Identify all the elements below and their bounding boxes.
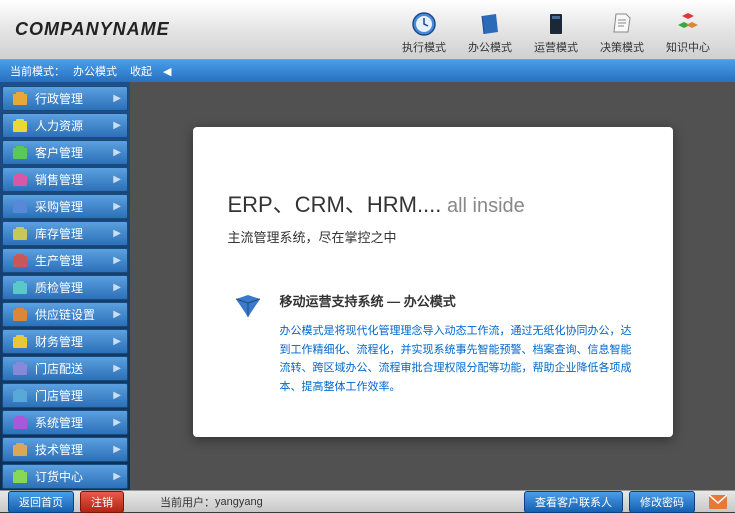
module-icon: [11, 468, 29, 486]
sidebar-item[interactable]: 库存管理 ▶: [2, 221, 128, 246]
chevron-right-icon: ▶: [113, 255, 121, 266]
clock-icon: [410, 10, 438, 38]
module-icon: [11, 360, 29, 378]
module-icon: [11, 279, 29, 297]
chevron-right-icon: ▶: [113, 444, 121, 455]
nav-label: 知识中心: [666, 39, 710, 55]
main-content: ERP、CRM、HRM.... all inside 主流管理系统，尽在掌控之中…: [130, 82, 735, 490]
nav-knowledge[interactable]: 知识中心: [656, 8, 720, 57]
chevron-right-icon: ▶: [113, 390, 121, 401]
sidebar-item-label: 财务管理: [35, 333, 83, 350]
module-icon: [11, 144, 29, 162]
nav-exec-mode[interactable]: 执行模式: [392, 8, 456, 57]
sidebar-item-label: 人力资源: [35, 117, 83, 134]
chevron-right-icon: ▶: [113, 471, 121, 482]
module-icon: [11, 441, 29, 459]
sidebar: 行政管理 ▶ 人力资源 ▶ 客户管理 ▶ 销售管理 ▶ 采购管理 ▶ 库存管理 ▶ 生产管理 ▶ 质检管理 ▶…: [0, 82, 130, 490]
module-icon: [11, 90, 29, 108]
nav-label: 执行模式: [402, 39, 446, 55]
sidebar-item-label: 生产管理: [35, 252, 83, 269]
chevron-right-icon: ▶: [113, 147, 121, 158]
mode-bar: 当前模式： 办公模式 收起 ◀: [0, 60, 735, 82]
sidebar-item[interactable]: 门店管理 ▶: [2, 383, 128, 408]
module-icon: [11, 414, 29, 432]
sidebar-item[interactable]: 行政管理 ▶: [2, 86, 128, 111]
diamond-icon: [228, 291, 268, 321]
module-icon: [11, 252, 29, 270]
nav-label: 运营模式: [534, 39, 578, 55]
chevron-right-icon: ▶: [113, 93, 121, 104]
sidebar-item-label: 门店管理: [35, 387, 83, 404]
paper-icon: [608, 10, 636, 38]
change-password-button[interactable]: 修改密码: [629, 491, 695, 513]
module-icon: [11, 333, 29, 351]
header: COMPANYNAME 执行模式 办公模式 运营模式 决策模式 知识中心: [0, 0, 735, 60]
chevron-right-icon: ▶: [113, 282, 121, 293]
mail-icon[interactable]: [709, 495, 727, 509]
module-icon: [11, 117, 29, 135]
sidebar-item[interactable]: 订货中心 ▶: [2, 464, 128, 489]
top-nav: 执行模式 办公模式 运营模式 决策模式 知识中心: [392, 8, 720, 57]
sidebar-item-label: 技术管理: [35, 441, 83, 458]
sidebar-item[interactable]: 客户管理 ▶: [2, 140, 128, 165]
sidebar-item-label: 采购管理: [35, 198, 83, 215]
nav-label: 决策模式: [600, 39, 644, 55]
sidebar-item-label: 质检管理: [35, 279, 83, 296]
chevron-right-icon: ▶: [113, 120, 121, 131]
cubes-icon: [674, 10, 702, 38]
sidebar-item-label: 销售管理: [35, 171, 83, 188]
contact-button[interactable]: 查看客户联系人: [524, 491, 623, 513]
card-subtitle: 主流管理系统，尽在掌控之中: [228, 227, 638, 246]
sidebar-item[interactable]: 财务管理 ▶: [2, 329, 128, 354]
mode-label: 当前模式：: [10, 63, 65, 79]
footer: 返回首页 注销 当前用户： yangyang 查看客户联系人 修改密码: [0, 490, 735, 512]
chevron-right-icon: ▶: [113, 417, 121, 428]
sidebar-item-label: 供应链设置: [35, 306, 95, 323]
sidebar-item[interactable]: 质检管理 ▶: [2, 275, 128, 300]
sidebar-item-label: 客户管理: [35, 144, 83, 161]
user-label: 当前用户：: [160, 494, 215, 510]
chevron-right-icon: ▶: [113, 228, 121, 239]
book-dark-icon: [542, 10, 570, 38]
sidebar-item[interactable]: 门店配送 ▶: [2, 356, 128, 381]
sidebar-item[interactable]: 采购管理 ▶: [2, 194, 128, 219]
sidebar-item[interactable]: 供应链设置 ▶: [2, 302, 128, 327]
chevron-right-icon: ▶: [113, 201, 121, 212]
card-description: 办公模式是将现代化管理理念导入动态工作流，通过无纸化协同办公，达到工作精细化、流…: [280, 322, 638, 397]
collapse-button[interactable]: 收起 ◀: [130, 63, 172, 79]
book-blue-icon: [476, 10, 504, 38]
welcome-card: ERP、CRM、HRM.... all inside 主流管理系统，尽在掌控之中…: [193, 127, 673, 437]
logout-button[interactable]: 注销: [80, 491, 124, 513]
sidebar-item-label: 订货中心: [35, 468, 83, 485]
nav-label: 办公模式: [468, 39, 512, 55]
home-button[interactable]: 返回首页: [8, 491, 74, 513]
sidebar-item-label: 库存管理: [35, 225, 83, 242]
chevron-right-icon: ▶: [113, 309, 121, 320]
chevron-right-icon: ▶: [113, 336, 121, 347]
chevron-right-icon: ▶: [113, 363, 121, 374]
company-logo: COMPANYNAME: [15, 19, 170, 40]
sidebar-item[interactable]: 系统管理 ▶: [2, 410, 128, 435]
sidebar-item[interactable]: 技术管理 ▶: [2, 437, 128, 462]
nav-decision-mode[interactable]: 决策模式: [590, 8, 654, 57]
sidebar-item[interactable]: 生产管理 ▶: [2, 248, 128, 273]
sidebar-item-label: 门店配送: [35, 360, 83, 377]
nav-office-mode[interactable]: 办公模式: [458, 8, 522, 57]
nav-ops-mode[interactable]: 运营模式: [524, 8, 588, 57]
chevron-right-icon: ▶: [113, 174, 121, 185]
sidebar-item-label: 行政管理: [35, 90, 83, 107]
sidebar-item-label: 系统管理: [35, 414, 83, 431]
module-icon: [11, 306, 29, 324]
sidebar-item[interactable]: 销售管理 ▶: [2, 167, 128, 192]
module-icon: [11, 171, 29, 189]
sidebar-item[interactable]: 人力资源 ▶: [2, 113, 128, 138]
card-title: ERP、CRM、HRM.... all inside: [228, 187, 638, 219]
module-icon: [11, 225, 29, 243]
user-value: yangyang: [215, 496, 263, 508]
module-icon: [11, 387, 29, 405]
mode-value: 办公模式: [73, 63, 117, 79]
card-heading: 移动运营支持系统 — 办公模式: [280, 291, 638, 310]
module-icon: [11, 198, 29, 216]
